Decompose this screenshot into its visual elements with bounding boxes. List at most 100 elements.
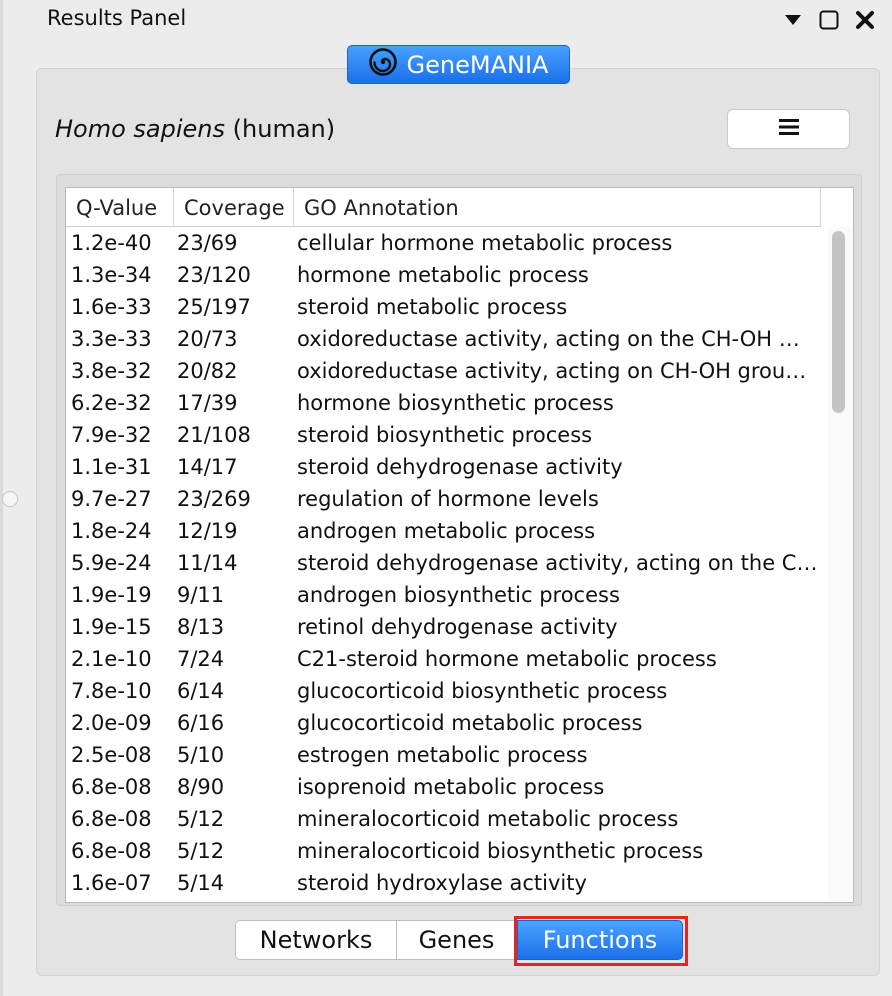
table-row[interactable]: 2.0e-09 6/16 glucocorticoid metabolic proc… (66, 707, 826, 739)
table-row[interactable]: 1.1e-31 14/17 steroid dehydrogenase activi… (66, 451, 826, 483)
q-value-cell: 6.2e-32 (71, 391, 152, 415)
go-annotation-cell: hormone metabolic process (297, 263, 589, 287)
table-row[interactable]: 1.9e-19 9/11 androgen biosynthetic process (66, 579, 826, 611)
go-annotation-cell: steroid biosynthetic process (297, 423, 593, 447)
table-row[interactable]: 6.2e-32 17/39 hormone biosynthetic process (66, 387, 826, 419)
vertical-scrollbar[interactable] (828, 227, 852, 902)
coverage-cell: 6/14 (177, 679, 225, 703)
table-row[interactable]: 1.8e-24 12/19 androgen metabolic process (66, 515, 826, 547)
q-value-cell: 3.3e-33 (71, 327, 152, 351)
go-annotation-cell: C21-steroid hormone metabolic process (297, 647, 717, 671)
coverage-cell: 20/73 (177, 327, 238, 351)
window-controls (782, 9, 876, 31)
organism-scientific-name: Homo sapiens (55, 115, 226, 143)
go-annotation-cell: steroid hydroxylase activity (297, 871, 587, 895)
coverage-cell: 17/39 (177, 391, 238, 415)
coverage-cell: 25/197 (177, 295, 251, 319)
scrollbar-thumb[interactable] (832, 231, 845, 413)
coverage-cell: 5/10 (177, 743, 225, 767)
coverage-cell: 7/24 (177, 647, 225, 671)
go-annotation-cell: isoprenoid metabolic process (297, 775, 605, 799)
coverage-cell: 21/108 (177, 423, 251, 447)
q-value-cell: 1.6e-33 (71, 295, 152, 319)
coverage-cell: 5/12 (177, 807, 225, 831)
go-annotation-cell: oxidoreductase activity, acting on CH-OH… (297, 359, 807, 383)
go-annotation-cell: glucocorticoid biosynthetic process (297, 679, 668, 703)
table-row[interactable]: 1.3e-34 23/120 hormone metabolic process (66, 259, 826, 291)
options-menu-button[interactable] (727, 109, 850, 149)
q-value-cell: 5.9e-24 (71, 551, 152, 575)
coverage-cell: 23/69 (177, 231, 238, 255)
table-row[interactable]: 3.3e-33 20/73 oxidoreductase activity, act… (66, 323, 826, 355)
coverage-cell: 6/16 (177, 711, 225, 735)
q-value-cell: 7.9e-32 (71, 423, 152, 447)
go-annotation-cell: regulation of hormone levels (297, 487, 599, 511)
q-value-cell: 1.1e-31 (71, 455, 152, 479)
table-row[interactable]: 2.1e-10 7/24 C21-steroid hormone metabolic… (66, 643, 826, 675)
q-value-cell: 1.8e-24 (71, 519, 152, 543)
dropdown-arrow-icon[interactable] (782, 9, 804, 31)
table-header: Q-Value Coverage GO Annotation (66, 188, 821, 227)
coverage-cell: 23/120 (177, 263, 251, 287)
table-row[interactable]: 6.8e-08 8/90 isoprenoid metabolic process (66, 771, 826, 803)
table-row[interactable]: 1.9e-15 8/13 retinol dehydrogenase activit… (66, 611, 826, 643)
go-annotation-cell: hormone biosynthetic process (297, 391, 614, 415)
coverage-cell: 23/269 (177, 487, 251, 511)
organism-label: Homo sapiens (human) (55, 115, 335, 143)
tab-genes[interactable]: Genes (397, 920, 517, 960)
panel-title: Results Panel (47, 6, 187, 30)
close-icon[interactable] (854, 9, 876, 31)
tab-networks[interactable]: Networks (235, 920, 397, 960)
table-row[interactable]: 7.9e-32 21/108 steroid biosynthetic proces… (66, 419, 826, 451)
table-row[interactable]: 2.5e-08 5/10 estrogen metabolic process (66, 739, 826, 771)
q-value-cell: 2.1e-10 (71, 647, 152, 671)
app-name-label: GeneMANIA (406, 50, 549, 79)
go-annotation-cell: mineralocorticoid metabolic process (297, 807, 679, 831)
functions-table: Q-Value Coverage GO Annotation 1.2e-40 23… (65, 187, 854, 903)
table-row[interactable]: 1.6e-07 5/14 steroid hydroxylase activity (66, 867, 826, 899)
go-annotation-cell: cellular hormone metabolic process (297, 231, 673, 255)
coverage-cell: 5/14 (177, 871, 225, 895)
column-header-q-value[interactable]: Q-Value (66, 188, 174, 226)
q-value-cell: 1.9e-19 (71, 583, 152, 607)
maximize-icon[interactable] (818, 9, 840, 31)
coverage-cell: 5/12 (177, 839, 225, 863)
tab-functions[interactable]: Functions (517, 920, 683, 960)
coverage-cell: 8/13 (177, 615, 225, 639)
table-row[interactable]: 3.8e-32 20/82 oxidoreductase activity, act… (66, 355, 826, 387)
q-value-cell: 1.3e-34 (71, 263, 152, 287)
q-value-cell: 2.0e-09 (71, 711, 152, 735)
panel-titlebar: Results Panel (0, 0, 892, 38)
panel-resize-handle[interactable] (2, 491, 18, 507)
q-value-cell: 6.8e-08 (71, 775, 152, 799)
table-row[interactable]: 6.8e-08 5/12 mineralocorticoid biosyntheti… (66, 835, 826, 867)
q-value-cell: 6.8e-08 (71, 839, 152, 863)
go-annotation-cell: androgen metabolic process (297, 519, 596, 543)
go-annotation-cell: androgen biosynthetic process (297, 583, 620, 607)
coverage-cell: 14/17 (177, 455, 238, 479)
go-annotation-cell: estrogen metabolic process (297, 743, 588, 767)
organism-common-name: (human) (232, 115, 336, 143)
coverage-cell: 12/19 (177, 519, 238, 543)
table-row[interactable]: 9.7e-27 23/269 regulation of hormone level… (66, 483, 826, 515)
column-header-go-annotation[interactable]: GO Annotation (294, 188, 821, 226)
genemania-button[interactable]: GeneMANIA (347, 45, 570, 84)
table-body: 1.2e-40 23/69 cellular hormone metabolic p… (66, 227, 826, 899)
go-annotation-cell: steroid dehydrogenase activity (297, 455, 623, 479)
go-annotation-cell: glucocorticoid metabolic process (297, 711, 643, 735)
column-header-coverage[interactable]: Coverage (174, 188, 294, 226)
go-annotation-cell: steroid metabolic process (297, 295, 568, 319)
coverage-cell: 8/90 (177, 775, 225, 799)
coverage-cell: 9/11 (177, 583, 225, 607)
go-annotation-cell: retinol dehydrogenase activity (297, 615, 618, 639)
q-value-cell: 9.7e-27 (71, 487, 152, 511)
q-value-cell: 1.6e-07 (71, 871, 152, 895)
table-row[interactable]: 6.8e-08 5/12 mineralocorticoid metabolic p… (66, 803, 826, 835)
results-tabs: Networks Genes Functions (235, 920, 683, 962)
table-row[interactable]: 5.9e-24 11/14 steroid dehydrogenase activi… (66, 547, 826, 579)
table-row[interactable]: 1.2e-40 23/69 cellular hormone metabolic p… (66, 227, 826, 259)
table-row[interactable]: 1.6e-33 25/197 steroid metabolic process (66, 291, 826, 323)
go-annotation-cell: oxidoreductase activity, acting on the C… (297, 327, 800, 351)
go-annotation-cell: mineralocorticoid biosynthetic process (297, 839, 704, 863)
table-row[interactable]: 7.8e-10 6/14 glucocorticoid biosynthetic p… (66, 675, 826, 707)
